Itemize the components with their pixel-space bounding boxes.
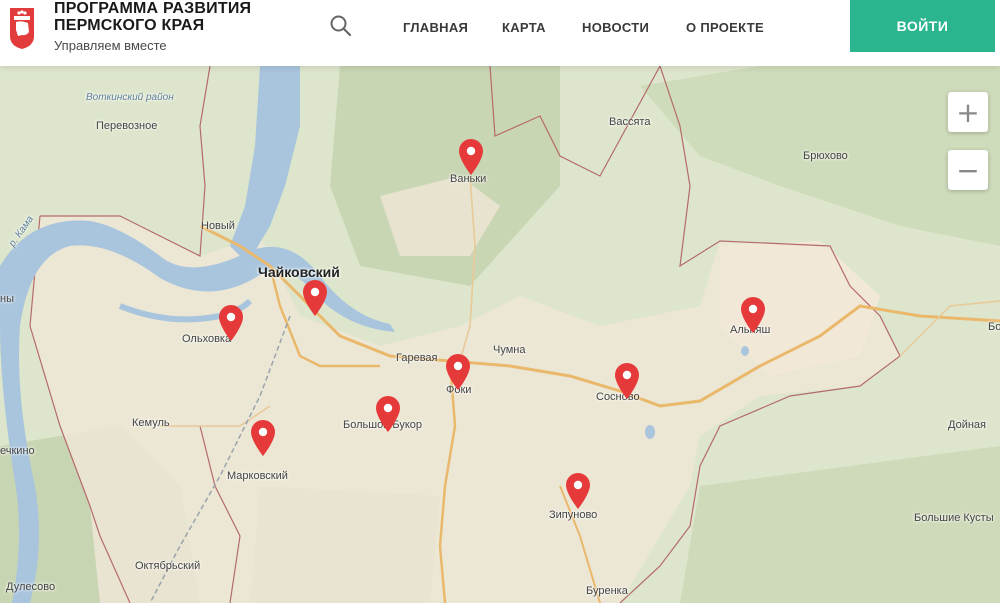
map-label-novy: Новый [201, 220, 235, 232]
map-label-edge-bo: Бо [988, 321, 1000, 333]
zoom-in-button[interactable]: + [948, 92, 988, 132]
site-header: ПРОГРАММА РАЗВИТИЯ ПЕРМСКОГО КРАЯ Управл… [0, 0, 1000, 66]
site-title[interactable]: ПРОГРАММА РАЗВИТИЯ ПЕРМСКОГО КРАЯ [54, 0, 274, 34]
search-icon[interactable] [328, 13, 354, 39]
map-label-markovsky: Марковский [227, 470, 288, 482]
map-label-dulesovo: Дулесово [6, 581, 56, 593]
map-pin-foki[interactable] [444, 353, 472, 391]
nav-home[interactable]: ГЛАВНАЯ [403, 20, 468, 35]
zoom-out-button[interactable]: − [948, 150, 988, 190]
map-pin-sosnovo[interactable] [613, 362, 641, 400]
nav-about[interactable]: О ПРОЕКТЕ [686, 20, 764, 35]
nav-map[interactable]: КАРТА [502, 20, 546, 35]
map-label-bryukhovo: Брюхово [803, 150, 848, 162]
map-terrain [0, 66, 1000, 603]
map-pin-markovsky[interactable] [249, 419, 277, 457]
map-label-vassyata: Вассята [609, 116, 651, 128]
map-label-bolshie-kusty: Большие Кусты [914, 512, 994, 524]
map-label-zipunovo: Зипуново [549, 509, 598, 521]
map-pin-vanki[interactable] [457, 138, 485, 176]
map-label-kemul: Кемуль [132, 417, 170, 429]
map-pin-alnyash[interactable] [739, 296, 767, 334]
map-label-perevoznoe: Перевозное [96, 120, 158, 132]
map-pin-olkhovka[interactable] [217, 304, 245, 342]
site-title-line-1: ПРОГРАММА РАЗВИТИЯ [54, 0, 252, 17]
map-label-votkinsk-reservoir: Воткинский район [86, 92, 174, 103]
map-label-edge-ny: ны [0, 293, 14, 305]
perm-krai-coat-of-arms-logo[interactable] [8, 6, 36, 50]
login-button[interactable]: ВОЙТИ [850, 0, 995, 52]
map-label-chaykovsky: Чайковский [258, 264, 340, 280]
map-label-garevaya: Гаревая [396, 352, 438, 364]
map-pin-bolshoy-bukor[interactable] [374, 395, 402, 433]
map-canvas[interactable]: Воткинский район Перевозное Вассята Брюх… [0, 66, 1000, 603]
map-label-burenka: Буренка [586, 585, 628, 597]
map-label-echkino: ечкино [0, 445, 35, 457]
map-label-doynaya: Дойная [948, 419, 986, 431]
map-pin-chaykovsky[interactable] [301, 279, 329, 317]
site-subtitle: Управляем вместе [54, 38, 167, 53]
map-pin-zipunovo[interactable] [564, 472, 592, 510]
nav-news[interactable]: НОВОСТИ [582, 20, 649, 35]
map-label-chumna: Чумна [493, 344, 526, 356]
map-label-oktyabrsky: Октябрьский [135, 560, 201, 572]
site-title-line-2: ПЕРМСКОГО КРАЯ [54, 17, 205, 34]
